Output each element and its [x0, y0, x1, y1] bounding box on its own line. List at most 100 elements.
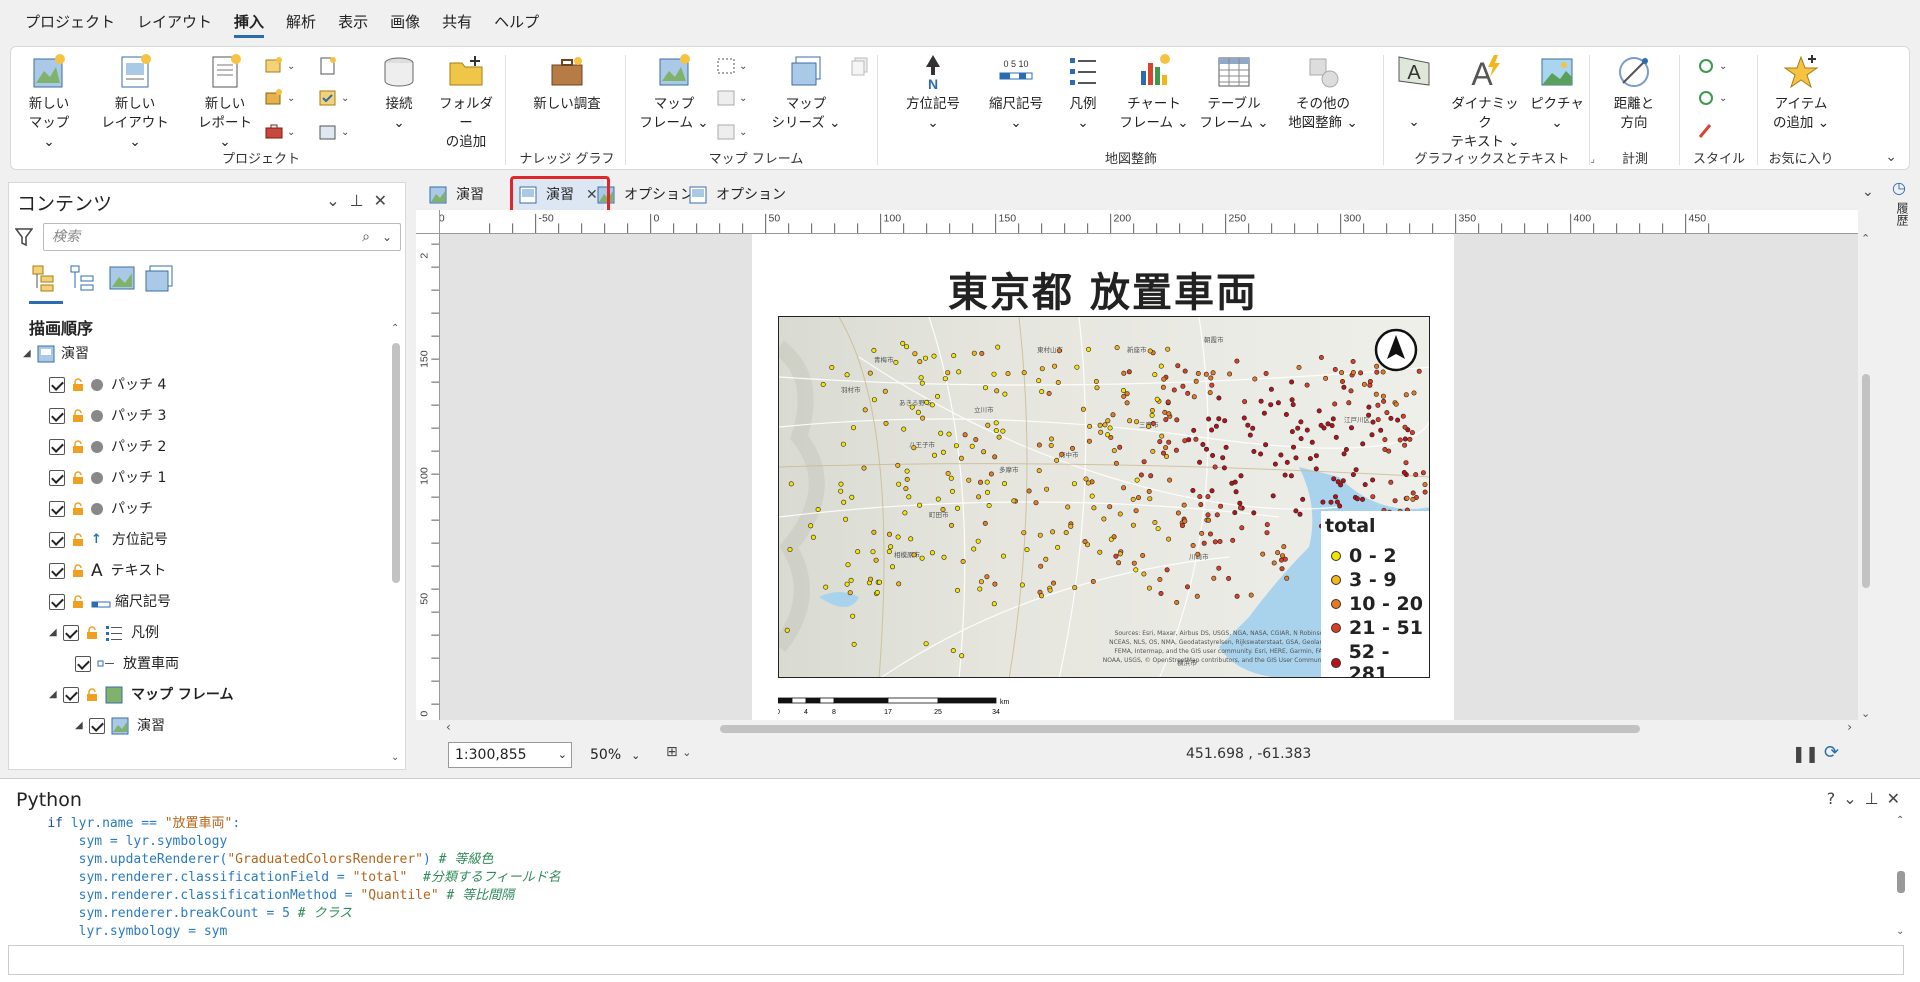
north-arrow[interactable] [1373, 327, 1419, 373]
layer-row[interactable]: ↑ 方位記号 [49, 527, 168, 553]
other-surround-button[interactable]: その他の 地図整飾 ⌄ [1277, 53, 1369, 133]
locator-button[interactable]: ⌄ [715, 121, 759, 145]
scroll-up-icon[interactable]: ⌃ [391, 323, 399, 334]
lock-icon[interactable] [71, 378, 85, 392]
visibility-checkbox[interactable] [49, 501, 65, 517]
zoom-selector[interactable]: 50% ⌄ [590, 742, 654, 768]
tab-list-icon[interactable]: ⌄ [1862, 184, 1874, 200]
close-icon[interactable]: ✕ [374, 191, 397, 210]
contents-scrollbar[interactable]: ⌃ ⌄ [391, 323, 401, 763]
scroll-left-icon[interactable]: ‹ [446, 720, 451, 734]
lock-icon[interactable] [71, 564, 85, 578]
dynamic-text-button[interactable]: A ダイナミック テキスト ⌄ [1445, 53, 1525, 152]
new-report-button[interactable]: 新しい レポート ⌄ [193, 53, 257, 152]
style-1-button[interactable]: ⌄ [1695, 55, 1739, 79]
text-dropdown[interactable]: ⌄ [1389, 113, 1439, 132]
add-toolbox-button[interactable]: ⌄ [263, 87, 307, 111]
menu-item-3[interactable]: 解析 [275, 0, 327, 44]
scroll-thumb[interactable] [392, 343, 400, 583]
python-input[interactable] [8, 945, 1904, 975]
style-3-button[interactable] [1695, 119, 1739, 143]
menu-item-4[interactable]: 表示 [327, 0, 379, 44]
lock-icon[interactable] [71, 471, 85, 485]
connect-button[interactable]: 接続 ⌄ [367, 53, 431, 133]
north-arrow-button[interactable]: N 方位記号 ⌄ [901, 53, 965, 133]
filter-icon[interactable] [15, 227, 33, 247]
visibility-checkbox[interactable] [49, 470, 65, 486]
new-layout-button[interactable]: 新しい レイアウト ⌄ [95, 53, 175, 152]
visibility-checkbox[interactable] [63, 687, 79, 703]
visibility-checkbox[interactable] [75, 656, 91, 672]
text-button[interactable]: A ⌄ [1389, 53, 1439, 132]
editing-list-icon[interactable] [143, 263, 175, 295]
history-tab-label[interactable]: 履歴 [1894, 202, 1911, 226]
scale-bar[interactable]: 0 4 8 17 25 34km [778, 694, 1068, 720]
add-folder-button[interactable]: フォルダー の追加 [433, 53, 499, 152]
canvas-horizontal-scrollbar[interactable]: ‹ › [440, 720, 1858, 738]
extent-indicator-button[interactable]: ⌄ [715, 87, 759, 111]
ribbon-collapse-icon[interactable]: ⌄ [1885, 149, 1897, 165]
visibility-checkbox[interactable] [49, 532, 65, 548]
layer-row[interactable]: A テキスト [49, 558, 166, 584]
visibility-checkbox[interactable] [63, 625, 79, 641]
map-frame-button[interactable]: マップ フレーム ⌄ [637, 53, 711, 133]
menu-item-6[interactable]: 共有 [431, 0, 483, 44]
scroll-down-icon[interactable]: ⌄ [1861, 707, 1870, 720]
layer-row[interactable]: ◢ マップ フレーム [49, 682, 233, 708]
layer-row[interactable]: パッチ 2 [49, 434, 166, 460]
scroll-up-icon[interactable]: ⌃ [1861, 232, 1870, 245]
visibility-checkbox[interactable] [49, 439, 65, 455]
layer-row[interactable]: パッチ [49, 496, 153, 522]
visibility-checkbox[interactable] [49, 594, 65, 610]
table-frame-button[interactable]: テーブル フレーム ⌄ [1197, 53, 1271, 133]
scale-selector[interactable]: 1:300,855 ⌄ [448, 742, 572, 768]
search-options-icon[interactable]: ⌄ [382, 224, 392, 250]
search-input[interactable]: 検索 ⌕ ⌄ [43, 223, 401, 251]
pin-icon[interactable]: ⊥ [350, 191, 374, 210]
lock-icon[interactable] [85, 626, 99, 640]
layer-row[interactable]: ◢ 演習 [75, 713, 165, 739]
layout-canvas[interactable]: 東京都 放置車両 青梅市 羽村市 東村山市 新座市 朝霞市 あきる野市 立川市 … [440, 234, 1858, 720]
layer-row[interactable]: ◢ 凡例 [49, 620, 159, 646]
layer-row[interactable]: 縮尺記号 [49, 589, 171, 615]
map-series-button[interactable]: マップ シリーズ ⌄ [769, 53, 843, 133]
expand-triangle-icon[interactable]: ◢ [49, 620, 63, 646]
selection-list-icon[interactable] [107, 263, 139, 295]
python-scroll-thumb[interactable] [1897, 871, 1905, 893]
new-survey-button[interactable]: 新しい調査 [525, 53, 609, 114]
scroll-down-icon[interactable]: ⌄ [1896, 926, 1904, 937]
python-transcript[interactable]: if lyr.name == "放置車両": sym = lyr.symbolo… [16, 815, 560, 941]
add-style-button[interactable]: ⌄ [317, 121, 361, 145]
pane-menu-icon[interactable]: ⌄ [1843, 789, 1864, 808]
scroll-down-icon[interactable]: ⌄ [391, 752, 399, 763]
search-icon[interactable]: ⌕ [362, 224, 370, 250]
drawing-order-icon[interactable] [29, 263, 61, 295]
canvas-hscroll-thumb[interactable] [720, 725, 1640, 733]
visibility-checkbox[interactable] [89, 718, 105, 734]
source-list-icon[interactable] [67, 263, 99, 295]
layer-row[interactable]: パッチ 4 [49, 372, 166, 398]
python-scrollbar[interactable]: ⌃ ⌄ [1896, 815, 1906, 937]
refresh-icon[interactable]: ⟳ [1824, 742, 1839, 763]
lock-icon[interactable] [71, 440, 85, 454]
visibility-checkbox[interactable] [49, 408, 65, 424]
layer-row[interactable]: ◢ 演習 [23, 341, 89, 367]
document-tab-0[interactable]: 演習 [422, 180, 490, 210]
picture-button[interactable]: ピクチャ ⌄ [1529, 53, 1585, 133]
map-frame[interactable]: 青梅市 羽村市 東村山市 新座市 朝霞市 あきる野市 立川市 八王子市 多摩市 横浜市 川崎市 町田市… [778, 316, 1430, 678]
layer-row[interactable]: 放置車両 [75, 651, 179, 677]
pause-drawing-icon[interactable]: ❚❚ [1792, 744, 1819, 763]
style-2-button[interactable]: ⌄ [1695, 87, 1739, 111]
visibility-checkbox[interactable] [49, 563, 65, 579]
scroll-right-icon[interactable]: › [1847, 720, 1852, 734]
expand-triangle-icon[interactable]: ◢ [75, 713, 89, 739]
close-icon[interactable]: ✕ [1887, 789, 1908, 808]
add-notebook-button[interactable] [317, 55, 361, 79]
document-tab-3[interactable]: オプション [682, 180, 792, 210]
menu-item-0[interactable]: プロジェクト [14, 0, 126, 44]
lock-icon[interactable] [71, 595, 85, 609]
legend-button[interactable]: 凡例 ⌄ [1057, 53, 1109, 133]
visibility-checkbox[interactable] [49, 377, 65, 393]
add-item-button[interactable]: アイテム の追加 ⌄ [1763, 53, 1839, 133]
lock-icon[interactable] [71, 502, 85, 516]
